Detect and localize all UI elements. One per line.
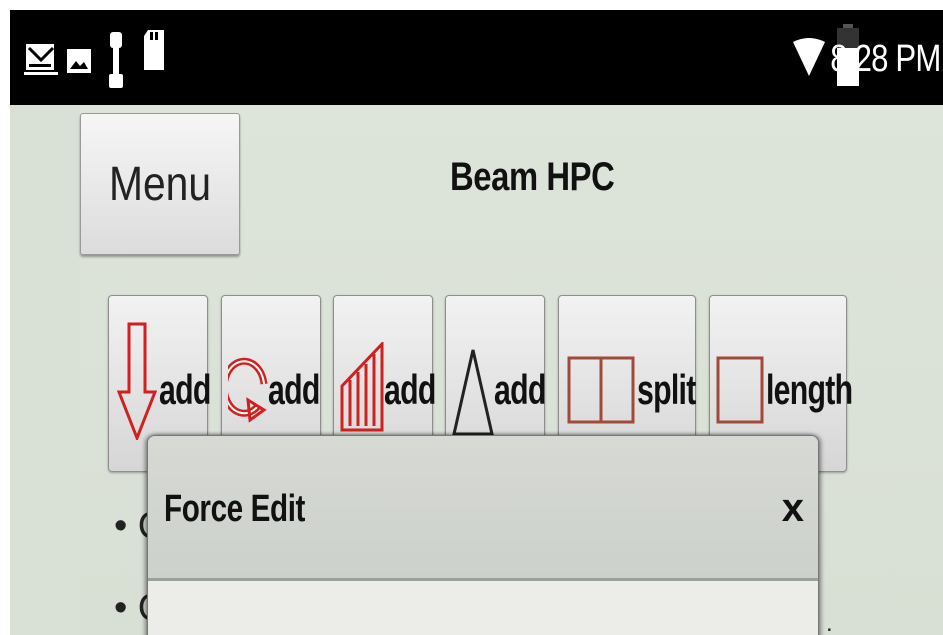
add-support-label: add: [494, 366, 546, 413]
menu-button-label: Menu: [108, 157, 212, 211]
wifi-icon: [793, 38, 825, 76]
down-arrow-force-icon: [117, 322, 157, 440]
force-edit-dialog: Force Edit x: [147, 435, 819, 635]
triangle-support-icon: [452, 349, 494, 436]
add-moment-label: add: [268, 366, 320, 413]
add-distributed-load-label: add: [384, 366, 436, 413]
sd-card-icon: [144, 30, 164, 70]
length-label: length: [766, 366, 853, 413]
status-bar: 8:28 PM: [10, 10, 943, 105]
beam-length-icon: [716, 356, 764, 424]
distributed-load-icon: [340, 342, 384, 432]
usb-debug-icon: [109, 32, 123, 88]
app-title: Beam HPC: [450, 155, 615, 199]
split-label: split: [637, 366, 696, 413]
menu-button[interactable]: Menu: [80, 113, 240, 255]
dialog-title: Force Edit: [164, 488, 306, 530]
gmail-icon: [24, 44, 58, 75]
left-margin: [10, 105, 80, 635]
split-beam-icon: [567, 356, 635, 424]
close-icon[interactable]: x: [782, 486, 804, 531]
gallery-icon: [67, 49, 91, 73]
dialog-header: Force Edit x: [148, 436, 818, 581]
dot-marker: .: [826, 610, 833, 635]
status-time: 8:28 PM: [830, 38, 942, 80]
moment-circular-arrow-icon: [228, 357, 268, 423]
device-screen: 8:28 PM Menu Beam HPC add add add add sp…: [10, 10, 943, 635]
add-force-label: add: [159, 366, 211, 413]
dialog-body: [148, 581, 818, 635]
